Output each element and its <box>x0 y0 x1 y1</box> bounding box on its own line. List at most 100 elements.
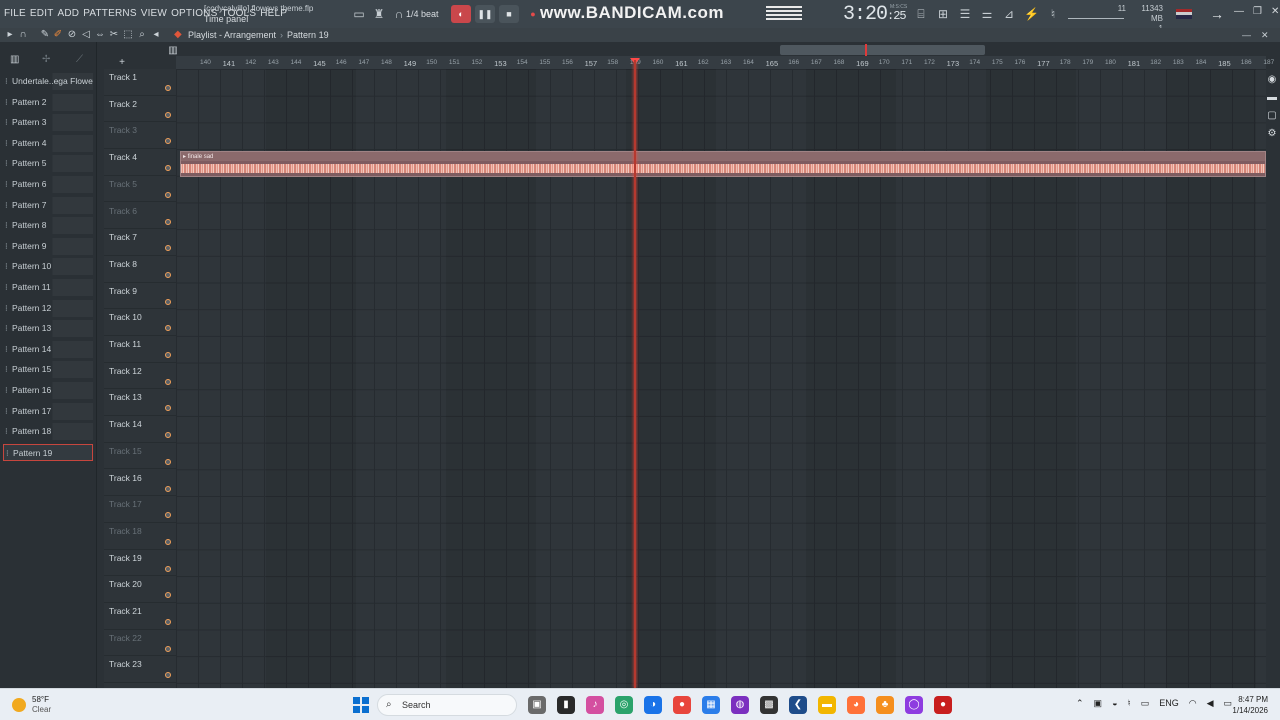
microphone-icon[interactable]: ♮ <box>1046 7 1060 21</box>
track-header[interactable]: Track 21 <box>104 603 176 630</box>
pattern-item[interactable]: ⁝ Pattern 18 <box>3 423 93 441</box>
mic-tray-icon[interactable]: ♮ <box>1128 698 1131 709</box>
track-enable-icon[interactable] <box>165 298 171 305</box>
pattern-item[interactable]: ⁝ Pattern 5 <box>3 155 93 173</box>
music-app-icon[interactable]: ♪ <box>586 696 604 714</box>
app-circle-icon[interactable]: ◯ <box>905 696 923 714</box>
fl-studio-icon[interactable]: ♣ <box>876 696 894 714</box>
track-enable-icon[interactable] <box>165 538 171 545</box>
pattern-item[interactable]: ⁝ Pattern 9 <box>3 237 93 255</box>
track-header[interactable]: Track 9 <box>104 283 176 310</box>
audio-clip[interactable]: ▸ finale sad <box>180 151 1266 177</box>
track-enable-icon[interactable] <box>165 271 171 278</box>
track-enable-icon[interactable] <box>165 405 171 412</box>
track-enable-icon[interactable] <box>165 218 171 225</box>
track-header[interactable]: Track 5 <box>104 176 176 203</box>
file-icon[interactable]: ▮ <box>557 696 575 714</box>
track-header[interactable]: Track 11 <box>104 336 176 363</box>
zoom-icon[interactable]: ⌕ <box>136 29 148 41</box>
restore-icon[interactable]: ❐ <box>1253 6 1262 17</box>
pattern-item[interactable]: ⁝ Pattern 14 <box>3 340 93 358</box>
track-enable-icon[interactable] <box>165 672 171 679</box>
mute-icon[interactable]: ◁ <box>80 29 92 41</box>
taskbar-search[interactable]: ⌕ Search <box>377 694 517 716</box>
taskbar-clock[interactable]: 8:47 PM 1/14/2026 <box>1222 694 1268 716</box>
network-app-icon[interactable]: ◒ <box>1112 698 1117 709</box>
track-header[interactable]: Track 10 <box>104 309 176 336</box>
pattern-item[interactable]: ⁝ Pattern 10 <box>3 258 93 276</box>
track-enable-icon[interactable] <box>165 85 171 91</box>
folder-icon[interactable]: ▬ <box>818 696 836 714</box>
settings-gear-icon[interactable]: ⚙ <box>1266 128 1278 140</box>
app-generic-icon[interactable]: ▣ <box>528 696 546 714</box>
delete-icon[interactable]: ⊘ <box>66 29 78 41</box>
playback-icon[interactable]: ◂ <box>150 29 162 41</box>
pattern-item[interactable]: ⁝ Pattern 8 <box>3 217 93 235</box>
tray-app-icon[interactable]: ▣ <box>1094 698 1103 709</box>
track-header[interactable]: Track 1 <box>104 69 176 96</box>
timeline-ruler[interactable]: 140 141 142 143 144 145 146 147 148 149 150 151 152 1… <box>176 56 1274 69</box>
pattern-item[interactable]: ⁝ Pattern 7 <box>3 196 93 214</box>
horizontal-scrollbar[interactable] <box>780 45 985 55</box>
wifi-icon[interactable]: ◠ <box>1189 698 1197 709</box>
news-flag-icon[interactable] <box>1176 9 1192 19</box>
printer-icon[interactable]: ▭ <box>1141 698 1150 709</box>
magnet-snap-icon[interactable]: ∩ <box>392 7 406 21</box>
paint-brush-icon[interactable]: ✐ <box>52 29 64 41</box>
track-enable-icon[interactable] <box>165 138 171 145</box>
track-header[interactable]: Track 8 <box>104 256 176 283</box>
pattern-song-toggle[interactable]: ◐ <box>451 5 471 23</box>
track-enable-icon[interactable] <box>165 619 171 625</box>
mixer-icon[interactable]: ▭ <box>352 7 366 21</box>
tempo-display[interactable] <box>766 6 802 20</box>
browser-plug-icon[interactable]: ⚡ <box>1024 7 1039 21</box>
track-enable-icon[interactable] <box>165 325 171 332</box>
piano-roll-icon[interactable]: ⊞ <box>936 7 950 21</box>
track-header[interactable]: Track 6 <box>104 203 176 230</box>
automation-view-icon[interactable]: ⟋ <box>76 54 83 65</box>
track-enable-icon[interactable] <box>165 512 171 519</box>
track-header[interactable]: Track 7 <box>104 229 176 256</box>
pattern-item[interactable]: ⁝ Pattern 2 <box>3 93 93 111</box>
track-enable-icon[interactable] <box>165 165 171 172</box>
track-enable-icon[interactable] <box>165 352 171 358</box>
track-enable-icon[interactable] <box>165 592 171 599</box>
slice-icon[interactable]: ✂ <box>108 29 120 41</box>
track-header[interactable]: Track 13 <box>104 389 176 417</box>
menu-add[interactable]: ADD <box>58 8 80 19</box>
track-header[interactable]: Track 2 <box>104 96 176 123</box>
chrome-icon[interactable]: ● <box>673 696 691 714</box>
playlist-icon[interactable]: ⌸ <box>914 7 928 21</box>
plugin-picker-icon[interactable]: ⊿ <box>1002 7 1016 21</box>
metronome-icon[interactable]: ♜ <box>372 7 386 21</box>
pattern-item[interactable]: ⁝ Pattern 12 <box>3 299 93 317</box>
pattern-view-icon[interactable]: ▥ <box>10 54 19 65</box>
slip-icon[interactable]: ⇔ <box>94 29 106 41</box>
chevron-up-icon[interactable]: ⌃ <box>1076 698 1084 709</box>
audio-view-icon[interactable]: ✢ <box>42 54 50 65</box>
video-icon[interactable]: ▬ <box>1266 92 1278 104</box>
track-header[interactable]: Track 14 <box>104 416 176 443</box>
track-header[interactable]: Track 17 <box>104 496 176 523</box>
app-purple-icon[interactable]: ◍ <box>731 696 749 714</box>
track-enable-icon[interactable] <box>165 111 171 118</box>
track-header[interactable]: Track 20 <box>104 576 176 603</box>
mixer-view-icon[interactable]: ⚌ <box>980 7 994 21</box>
track-enable-icon[interactable] <box>165 485 171 492</box>
channel-rack-icon[interactable]: ☰ <box>958 7 972 21</box>
track-header[interactable]: Track 3 <box>104 122 176 150</box>
pattern-item[interactable]: ⁝ Pattern 16 <box>3 382 93 399</box>
start-button-icon[interactable] <box>353 697 369 713</box>
pattern-item[interactable]: ⁝ Pattern 3 <box>3 114 93 132</box>
playlist-close-icon[interactable]: ✕ <box>1261 30 1269 41</box>
track-header[interactable]: Track 12 <box>104 363 176 390</box>
playlist-minimize-icon[interactable]: — <box>1242 30 1251 41</box>
track-enable-icon[interactable] <box>165 645 171 652</box>
pattern-item[interactable]: ⁝ Undertale..ega Flowey) <box>3 73 93 90</box>
magnet-icon[interactable]: ∩ <box>17 29 29 41</box>
track-enable-icon[interactable] <box>165 378 171 385</box>
pattern-item[interactable]: ⁝ Pattern 6 <box>3 176 93 193</box>
menu-patterns[interactable]: PATTERNS <box>83 8 136 19</box>
bandicam-icon[interactable]: ● <box>934 696 952 714</box>
pause-button[interactable]: ❚❚ <box>475 5 495 23</box>
